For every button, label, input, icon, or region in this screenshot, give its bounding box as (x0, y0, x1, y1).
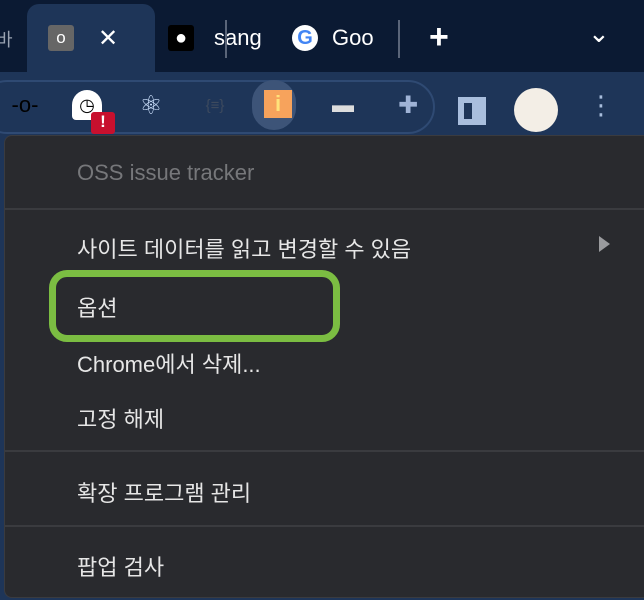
puzzle-icon[interactable]: ✚ (393, 90, 423, 120)
tab-github[interactable]: ● sang (168, 4, 264, 72)
partial-tab-label[interactable]: 바 (0, 26, 13, 52)
letter-o-icon: o (48, 25, 74, 51)
tab-label: sang (214, 25, 262, 50)
tab-label: Goo (332, 25, 374, 50)
tab-google[interactable]: G Goo (292, 4, 386, 72)
github-icon: ● (168, 25, 194, 51)
menu-item-remove-from-chrome[interactable]: Chrome에서 삭제... (77, 347, 261, 379)
more-menu-icon[interactable]: ⋮ (586, 90, 616, 120)
menu-item-site-data[interactable]: 사이트 데이터를 읽고 변경할 수 있음 (77, 232, 411, 264)
tab-active[interactable]: o ✕ (27, 4, 155, 72)
extension-context-menu: OSS issue tracker 사이트 데이터를 읽고 변경할 수 있음 옵… (4, 135, 644, 598)
google-icon: G (292, 25, 318, 51)
tab-close-button[interactable]: ✕ (98, 24, 118, 53)
commit-icon[interactable]: -o- (10, 90, 40, 120)
tab-separator (225, 20, 227, 58)
tab-search-button[interactable]: ⌄ (588, 18, 610, 49)
menu-title: OSS issue tracker (77, 160, 255, 185)
menu-item-unpin[interactable]: 고정 해제 (77, 402, 164, 434)
options-highlight-box (49, 270, 340, 342)
new-tab-button[interactable]: + (429, 18, 449, 57)
menu-item-manage-extensions[interactable]: 확장 프로그램 관리 (77, 476, 251, 508)
oss-issue-tracker-icon[interactable]: i (264, 90, 292, 118)
menu-divider (5, 450, 644, 452)
side-panel-icon[interactable] (458, 97, 486, 125)
profile-avatar[interactable] (514, 88, 558, 132)
menu-divider (5, 525, 644, 527)
menu-divider (5, 208, 644, 210)
toolbar: -o- ◷ ! ⚛ {≡} i ▬ ✚ ⋮ (0, 72, 644, 135)
tab-strip: 바 o ✕ ● sang G Goo + ⌄ (0, 0, 644, 72)
react-icon[interactable]: ⚛ (136, 90, 166, 120)
laptop-extension-icon[interactable]: ▬ (328, 90, 358, 120)
menu-item-inspect-popup[interactable]: 팝업 검사 (77, 550, 164, 582)
tab-separator (398, 20, 400, 58)
submenu-arrow-icon (599, 236, 610, 252)
json-formatter-icon[interactable]: {≡} (200, 90, 230, 120)
error-badge: ! (91, 112, 115, 134)
